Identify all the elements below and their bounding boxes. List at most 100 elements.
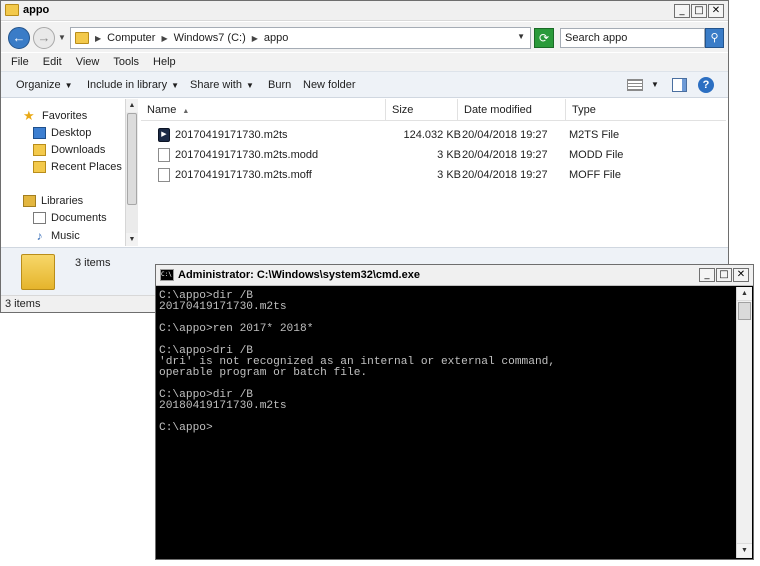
cmd-title: Administrator: C:\Windows\system32\cmd.e… <box>178 269 420 281</box>
file-date: 20/04/2018 19:27 <box>462 169 548 181</box>
nav-label: Desktop <box>51 127 92 139</box>
cmd-window: C:\ Administrator: C:\Windows\system32\c… <box>155 264 754 560</box>
chevron-down-icon: ▼ <box>171 81 180 90</box>
breadcrumb-appo[interactable]: appo <box>264 32 288 44</box>
forward-arrow-icon[interactable]: → <box>33 27 55 49</box>
console-output[interactable]: C:\appo>dir /B 20170419171730.m2ts C:\ap… <box>159 290 733 557</box>
nav-item-music[interactable]: ♪ Music <box>33 230 80 242</box>
scroll-down-icon[interactable]: ▼ <box>737 543 752 557</box>
close-button[interactable]: ✕ <box>733 268 749 282</box>
help-icon[interactable]: ? <box>698 77 714 93</box>
menu-tools[interactable]: Tools <box>113 53 139 71</box>
nav-item-downloads[interactable]: Downloads <box>33 144 105 156</box>
console-icon: C:\ <box>160 269 174 281</box>
search-icon[interactable]: ⚲ <box>705 28 724 48</box>
column-header-date[interactable]: Date modified <box>458 99 566 121</box>
file-row[interactable]: ▶ 20170419171730.m2ts 124.032 KB 20/04/2… <box>151 125 718 145</box>
music-note-icon: ♪ <box>36 229 43 243</box>
video-file-icon: ▶ <box>158 128 170 142</box>
column-header-name[interactable]: Name ▲ <box>141 99 386 121</box>
breadcrumb-computer[interactable]: Computer <box>107 32 155 44</box>
file-type: M2TS File <box>569 129 620 141</box>
preview-pane-icon[interactable] <box>672 78 687 92</box>
nav-item-favorites[interactable]: ★ Favorites <box>23 108 87 123</box>
scroll-up-icon[interactable]: ▲ <box>737 287 752 301</box>
column-label: Name <box>147 104 177 116</box>
file-list: Name ▲ Size Date modified Type ▶ 20170419… <box>141 99 728 246</box>
window-controls: _ □ ✕ <box>674 4 724 18</box>
organize-button[interactable]: Organize ▼ <box>16 79 73 91</box>
star-icon: ★ <box>23 108 35 123</box>
nav-item-recent-places[interactable]: Recent Places <box>33 161 122 173</box>
maximize-button[interactable]: □ <box>716 268 732 282</box>
navigation-pane: ★ Favorites Desktop Downloads Recent Pla… <box>1 99 125 246</box>
console-prompt[interactable]: C:\appo> <box>159 422 733 434</box>
recent-pages-chevron-icon[interactable]: ▼ <box>58 33 66 42</box>
back-arrow-icon[interactable]: ← <box>8 27 30 49</box>
menu-view[interactable]: View <box>76 53 100 71</box>
scroll-thumb[interactable] <box>738 302 751 320</box>
change-view-icon[interactable] <box>627 79 643 91</box>
column-header-type[interactable]: Type <box>566 99 726 121</box>
file-type: MOFF File <box>569 169 621 181</box>
scroll-thumb[interactable] <box>127 113 137 205</box>
refresh-icon[interactable]: ⟳ <box>534 28 554 48</box>
explorer-title: appo <box>23 4 50 16</box>
cmd-titlebar[interactable]: C:\ Administrator: C:\Windows\system32\c… <box>156 265 753 286</box>
nav-item-libraries[interactable]: Libraries <box>23 195 83 207</box>
address-box[interactable]: ▶ Computer ▶ Windows7 (C:) ▶ appo ▼ <box>70 27 531 49</box>
nav-label: Libraries <box>41 195 84 207</box>
nav-label: Recent Places <box>51 161 122 173</box>
scroll-down-icon[interactable]: ▼ <box>126 233 138 246</box>
organize-label: Organize <box>16 79 61 91</box>
include-in-library-button[interactable]: Include in library ▼ <box>87 79 179 91</box>
folder-icon <box>5 4 19 16</box>
close-button[interactable]: ✕ <box>708 4 724 18</box>
menu-edit[interactable]: Edit <box>43 53 62 71</box>
chevron-down-icon[interactable]: ▼ <box>651 80 659 89</box>
file-row[interactable]: 20170419171730.m2ts.modd 3 KB 20/04/2018… <box>151 145 718 165</box>
downloads-folder-icon <box>33 144 46 156</box>
console-line: 20180419171730.m2ts <box>159 400 287 412</box>
folder-icon <box>21 254 55 290</box>
chevron-down-icon: ▼ <box>64 81 73 90</box>
share-with-button[interactable]: Share with ▼ <box>190 79 254 91</box>
libraries-icon <box>23 195 36 207</box>
scroll-up-icon[interactable]: ▲ <box>126 99 138 112</box>
burn-button[interactable]: Burn <box>268 79 291 91</box>
minimize-button[interactable]: _ <box>674 4 690 18</box>
column-header-size[interactable]: Size <box>386 99 458 121</box>
chevron-down-icon[interactable]: ▼ <box>517 32 525 41</box>
folder-icon <box>75 32 89 44</box>
chevron-right-icon[interactable]: ▶ <box>161 34 167 43</box>
nav-item-desktop[interactable]: Desktop <box>33 127 91 139</box>
explorer-titlebar[interactable]: appo _ □ ✕ <box>1 1 728 21</box>
menu-file[interactable]: File <box>11 53 29 71</box>
desktop-icon <box>33 127 46 139</box>
nav-label: Documents <box>51 212 107 224</box>
maximize-button[interactable]: □ <box>691 4 707 18</box>
cmd-scrollbar[interactable]: ▲ ▼ <box>736 287 752 558</box>
document-file-icon <box>158 168 170 182</box>
file-date: 20/04/2018 19:27 <box>462 129 548 141</box>
menu-bar: File Edit View Tools Help <box>1 53 728 71</box>
chevron-down-icon: ▼ <box>245 81 254 90</box>
file-date: 20/04/2018 19:27 <box>462 149 548 161</box>
nav-scrollbar[interactable]: ▲ ▼ <box>125 99 138 246</box>
file-size: 3 KB <box>437 149 461 161</box>
minimize-button[interactable]: _ <box>699 268 715 282</box>
share-label: Share with <box>190 79 242 91</box>
breadcrumb-windows7[interactable]: Windows7 (C:) <box>174 32 246 44</box>
command-bar: Organize ▼ Include in library ▼ Share with… <box>1 71 728 98</box>
document-file-icon <box>158 148 170 162</box>
console-line: C:\appo>ren 2017* 2018* <box>159 323 314 335</box>
new-folder-button[interactable]: New folder <box>303 79 356 91</box>
file-row[interactable]: 20170419171730.m2ts.moff 3 KB 20/04/2018… <box>151 165 718 185</box>
chevron-right-icon[interactable]: ▶ <box>252 34 258 43</box>
search-input[interactable]: Search appo <box>560 28 705 48</box>
menu-help[interactable]: Help <box>153 53 176 71</box>
nav-item-documents[interactable]: Documents <box>33 212 107 224</box>
file-size: 3 KB <box>437 169 461 181</box>
details-item-count: 3 items <box>75 257 111 269</box>
chevron-right-icon[interactable]: ▶ <box>95 34 101 43</box>
